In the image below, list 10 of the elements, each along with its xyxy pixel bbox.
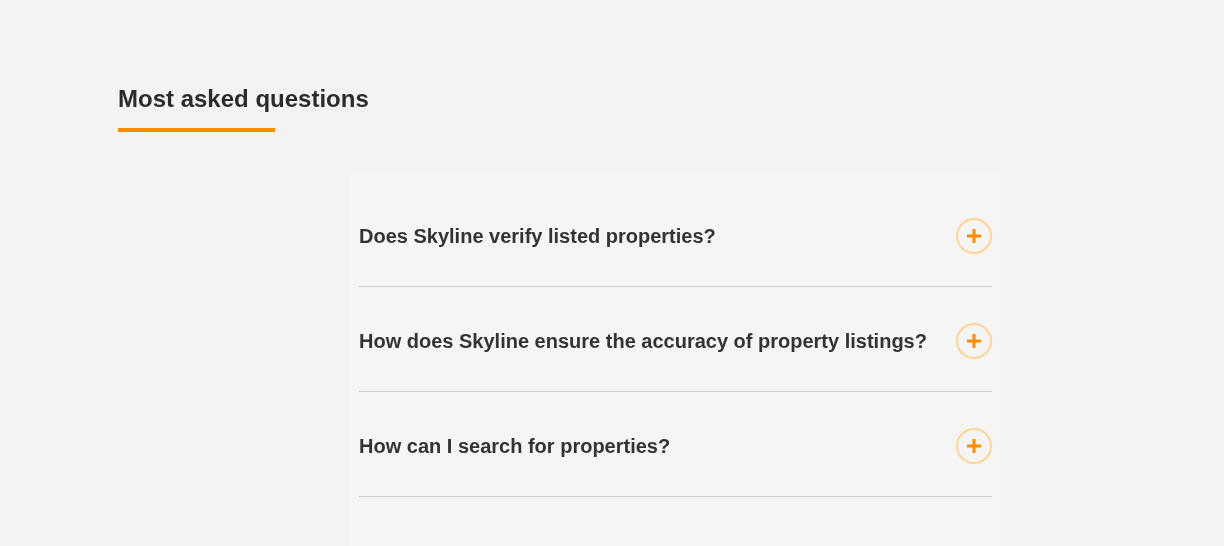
expand-button[interactable] [956, 323, 992, 359]
plus-icon [966, 228, 982, 244]
expand-button[interactable] [956, 428, 992, 464]
section-title: Most asked questions [118, 84, 369, 114]
plus-icon [966, 438, 982, 454]
faq-question: How does Skyline ensure the accuracy of property listings? [359, 329, 927, 353]
expand-button[interactable] [956, 218, 992, 254]
faq-question: How can I search for properties? [359, 434, 671, 458]
plus-icon [966, 333, 982, 349]
faq-question: Does Skyline verify listed properties? [359, 224, 716, 248]
